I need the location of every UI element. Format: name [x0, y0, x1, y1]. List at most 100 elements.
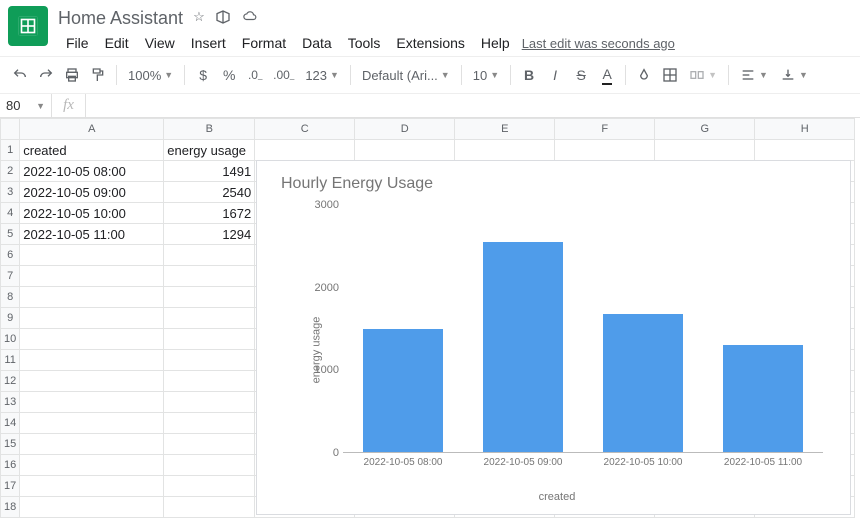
cell[interactable] [164, 455, 255, 476]
cell[interactable]: 2022-10-05 10:00 [20, 203, 164, 224]
text-color-button[interactable]: A [595, 62, 619, 88]
row-header[interactable]: 7 [1, 266, 20, 287]
row-header[interactable]: 4 [1, 203, 20, 224]
select-all-corner[interactable] [1, 119, 20, 140]
menu-help[interactable]: Help [473, 32, 518, 54]
vertical-align-button[interactable]: ▼ [775, 67, 813, 83]
cell[interactable]: 1672 [164, 203, 255, 224]
cell[interactable] [20, 245, 164, 266]
merge-cells-button[interactable]: ▼ [684, 67, 722, 83]
increase-decimal-button[interactable]: .00_ [269, 62, 298, 88]
cell[interactable] [164, 287, 255, 308]
cell[interactable] [164, 497, 255, 518]
col-header[interactable]: D [355, 119, 455, 140]
menu-format[interactable]: Format [234, 32, 294, 54]
col-header[interactable]: A [20, 119, 164, 140]
cell[interactable] [164, 434, 255, 455]
cell[interactable] [164, 392, 255, 413]
paint-format-button[interactable] [86, 62, 110, 88]
cell[interactable] [164, 413, 255, 434]
cell[interactable] [555, 140, 655, 161]
row-header[interactable]: 3 [1, 182, 20, 203]
cell[interactable] [20, 266, 164, 287]
row-header[interactable]: 6 [1, 245, 20, 266]
strikethrough-button[interactable]: S [569, 62, 593, 88]
cell[interactable]: energy usage [164, 140, 255, 161]
borders-button[interactable] [658, 62, 682, 88]
menu-edit[interactable]: Edit [97, 32, 137, 54]
cell[interactable] [20, 476, 164, 497]
cell[interactable] [20, 371, 164, 392]
font-select[interactable]: Default (Ari...▼ [357, 68, 455, 83]
col-header[interactable]: G [655, 119, 755, 140]
cell[interactable] [164, 476, 255, 497]
row-header[interactable]: 16 [1, 455, 20, 476]
cell[interactable] [164, 245, 255, 266]
number-format-select[interactable]: 123▼ [300, 68, 344, 83]
last-edit-link[interactable]: Last edit was seconds ago [522, 36, 675, 51]
row-header[interactable]: 18 [1, 497, 20, 518]
row-header[interactable]: 12 [1, 371, 20, 392]
cell[interactable] [655, 140, 755, 161]
cell[interactable]: 2022-10-05 11:00 [20, 224, 164, 245]
fill-color-button[interactable] [632, 62, 656, 88]
row-header[interactable]: 2 [1, 161, 20, 182]
col-header[interactable]: F [555, 119, 655, 140]
cell[interactable] [164, 308, 255, 329]
cell[interactable] [164, 266, 255, 287]
bold-button[interactable]: B [517, 62, 541, 88]
row-header[interactable]: 10 [1, 329, 20, 350]
cell[interactable]: 1294 [164, 224, 255, 245]
cell[interactable] [255, 140, 355, 161]
col-header[interactable]: C [255, 119, 355, 140]
redo-button[interactable] [34, 62, 58, 88]
print-button[interactable] [60, 62, 84, 88]
sheets-logo[interactable] [8, 6, 48, 46]
formula-input[interactable] [86, 94, 860, 117]
menu-data[interactable]: Data [294, 32, 340, 54]
move-icon[interactable] [215, 9, 231, 28]
embedded-chart[interactable]: Hourly Energy Usage energy usage created… [256, 160, 851, 515]
cell[interactable] [20, 287, 164, 308]
cell[interactable] [20, 329, 164, 350]
cell[interactable]: 2022-10-05 09:00 [20, 182, 164, 203]
italic-button[interactable]: I [543, 62, 567, 88]
zoom-select[interactable]: 100%▼ [123, 68, 178, 83]
menu-extensions[interactable]: Extensions [388, 32, 472, 54]
menu-tools[interactable]: Tools [340, 32, 389, 54]
cell[interactable] [164, 371, 255, 392]
cell[interactable] [164, 329, 255, 350]
col-header[interactable]: E [455, 119, 555, 140]
cell[interactable] [20, 434, 164, 455]
currency-button[interactable]: $ [191, 62, 215, 88]
cell[interactable]: 1491 [164, 161, 255, 182]
undo-button[interactable] [8, 62, 32, 88]
row-header[interactable]: 15 [1, 434, 20, 455]
cell[interactable]: created [20, 140, 164, 161]
cloud-status-icon[interactable] [241, 9, 259, 28]
name-box[interactable]: 80▼ [0, 94, 52, 117]
col-header[interactable]: H [755, 119, 855, 140]
cell[interactable] [20, 455, 164, 476]
font-size-select[interactable]: 10▼ [468, 68, 504, 83]
cell[interactable] [455, 140, 555, 161]
row-header[interactable]: 9 [1, 308, 20, 329]
cell[interactable] [755, 140, 855, 161]
row-header[interactable]: 13 [1, 392, 20, 413]
horizontal-align-button[interactable]: ▼ [735, 67, 773, 83]
menu-file[interactable]: File [58, 32, 97, 54]
decrease-decimal-button[interactable]: .0_ [243, 62, 267, 88]
menu-view[interactable]: View [137, 32, 183, 54]
cell[interactable] [20, 497, 164, 518]
cell[interactable] [20, 350, 164, 371]
row-header[interactable]: 1 [1, 140, 20, 161]
cell[interactable] [164, 350, 255, 371]
cell[interactable]: 2540 [164, 182, 255, 203]
cell[interactable]: 2022-10-05 08:00 [20, 161, 164, 182]
row-header[interactable]: 17 [1, 476, 20, 497]
row-header[interactable]: 11 [1, 350, 20, 371]
cell[interactable] [355, 140, 455, 161]
percent-button[interactable]: % [217, 62, 241, 88]
cell[interactable] [20, 308, 164, 329]
cell[interactable] [20, 392, 164, 413]
